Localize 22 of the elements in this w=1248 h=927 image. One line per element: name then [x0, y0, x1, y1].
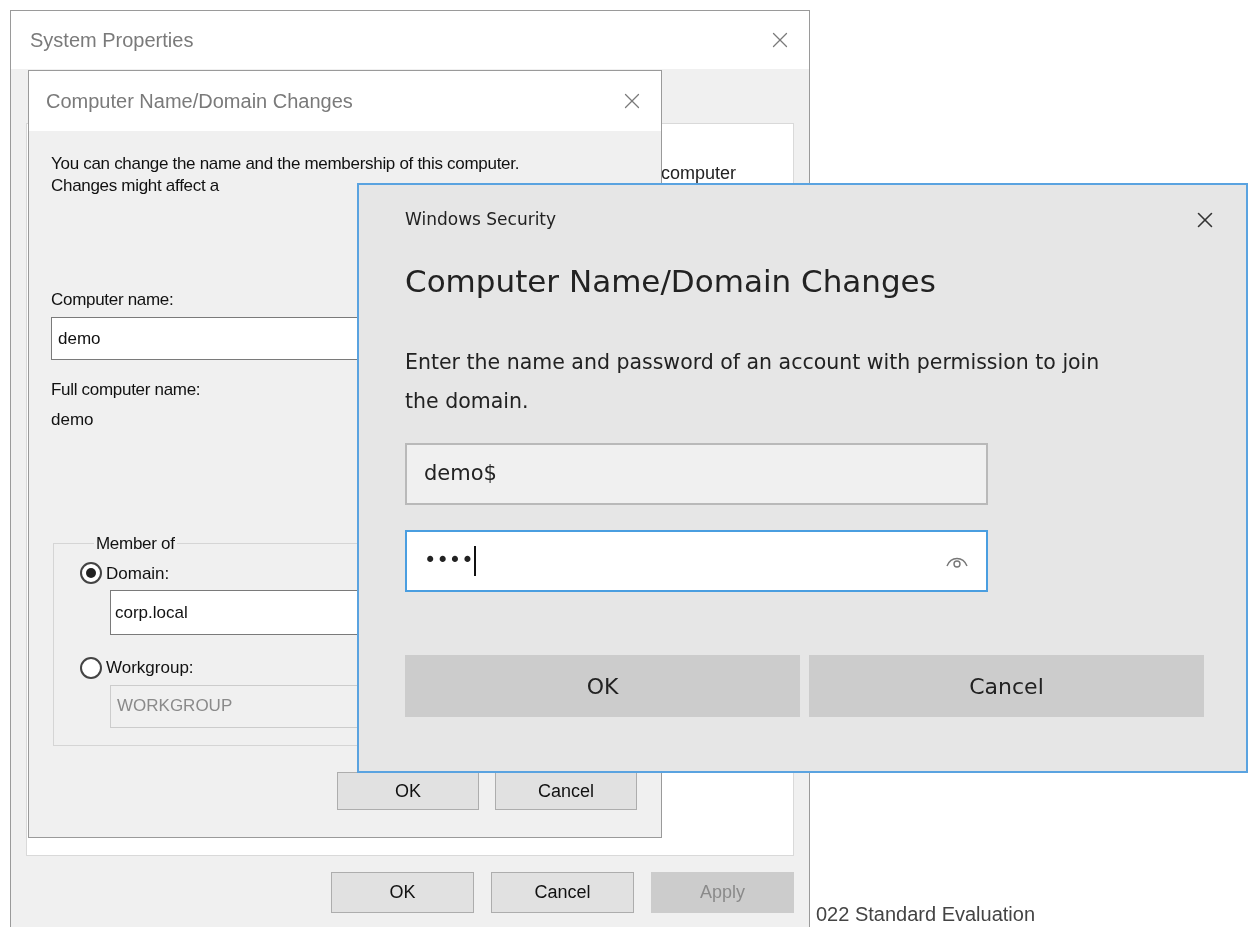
radio-label: Workgroup: [106, 657, 194, 679]
dialog-button[interactable]: Cancel [491, 872, 634, 913]
radio-button[interactable] [80, 562, 102, 585]
field-label: Computer name: [51, 289, 174, 311]
full-name-value: demo [51, 409, 94, 431]
dialog-heading: Computer Name/Domain Changes [405, 262, 937, 301]
dialog-title: Computer Name/Domain Changes [46, 89, 353, 114]
description-text: You can change the name and the membership of this computer. Changes might affect a [51, 153, 521, 197]
dialog-button[interactable]: OK [331, 872, 474, 913]
dialog-button[interactable]: Cancel [809, 655, 1204, 717]
desktop-text: 022 Standard Evaluation [816, 902, 1036, 926]
dialog-button[interactable]: OK [405, 655, 800, 717]
panel-text: computer [661, 163, 737, 183]
password-field[interactable]: •••• [405, 530, 988, 592]
username-field[interactable]: demo$ [405, 443, 988, 505]
app-title: Windows Security [405, 208, 557, 232]
dialog-button[interactable]: Cancel [495, 772, 637, 810]
field-label: Full computer name: [51, 379, 201, 401]
radio-label: Domain: [106, 562, 170, 585]
dialog-button[interactable]: OK [337, 772, 479, 810]
window-title: System Properties [30, 28, 194, 53]
group-legend: Member of [94, 531, 177, 557]
